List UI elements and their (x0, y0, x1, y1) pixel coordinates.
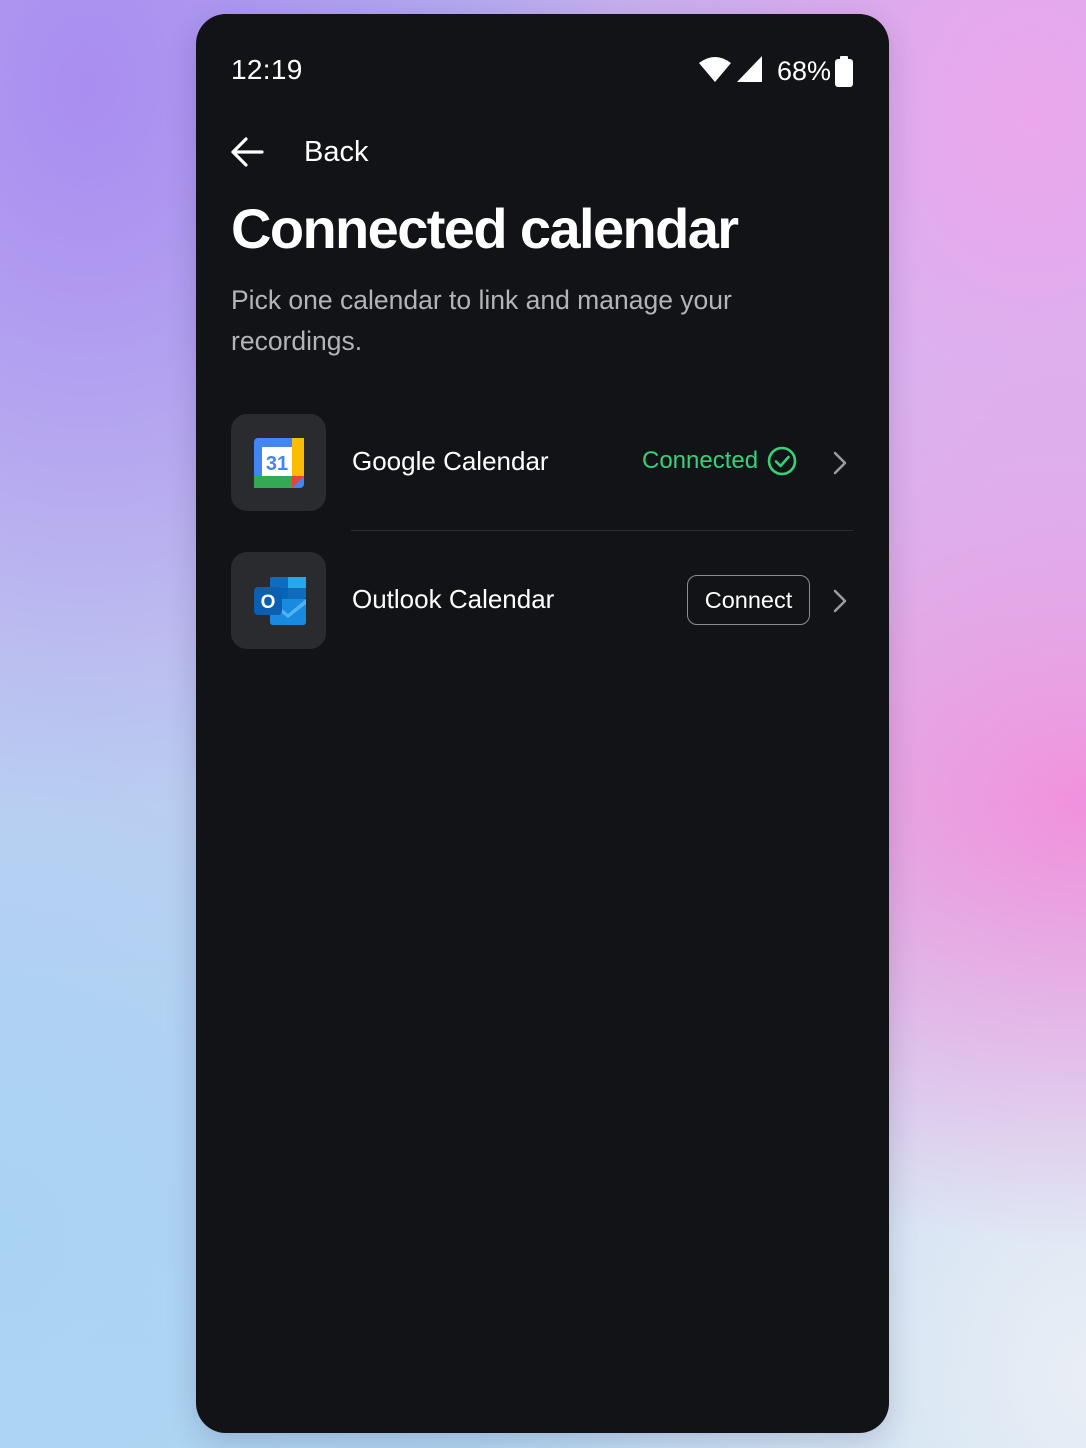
status-bar: 12:19 68% (196, 14, 889, 104)
outlook-calendar-label: Outlook Calendar (352, 584, 555, 614)
back-button[interactable]: Back (230, 122, 430, 182)
row-divider (351, 530, 853, 531)
google-calendar-row[interactable]: 31 Google Calendar Connected (231, 414, 853, 511)
battery-icon (835, 56, 853, 92)
chevron-right-icon (832, 450, 848, 481)
check-circle-icon (767, 446, 797, 481)
svg-text:31: 31 (266, 453, 288, 475)
google-calendar-label: Google Calendar (352, 446, 549, 476)
page-subtitle: Pick one calendar to link and manage you… (231, 285, 732, 356)
cell-signal-icon (737, 56, 762, 87)
outlook-icon: O (254, 577, 306, 625)
chevron-right-icon (832, 588, 848, 619)
outlook-calendar-row[interactable]: O Outlook Calendar Connect (231, 552, 853, 649)
wifi-icon (699, 56, 731, 87)
status-time: 12:19 (231, 54, 303, 85)
svg-text:O: O (261, 592, 276, 613)
outlook-calendar-tile: O (231, 552, 326, 649)
back-label: Back (304, 136, 369, 168)
battery-percent: 68% (777, 56, 832, 86)
status-connected: Connected (642, 447, 759, 474)
arrow-left-icon (230, 136, 264, 173)
google-calendar-icon: 31 (254, 438, 304, 488)
connect-button[interactable]: Connect (687, 575, 810, 625)
page-title: Connected calendar (231, 197, 739, 260)
phone-screen: 12:19 68% Back Connected calendar Pick o… (196, 14, 889, 1433)
google-calendar-tile: 31 (231, 414, 326, 511)
